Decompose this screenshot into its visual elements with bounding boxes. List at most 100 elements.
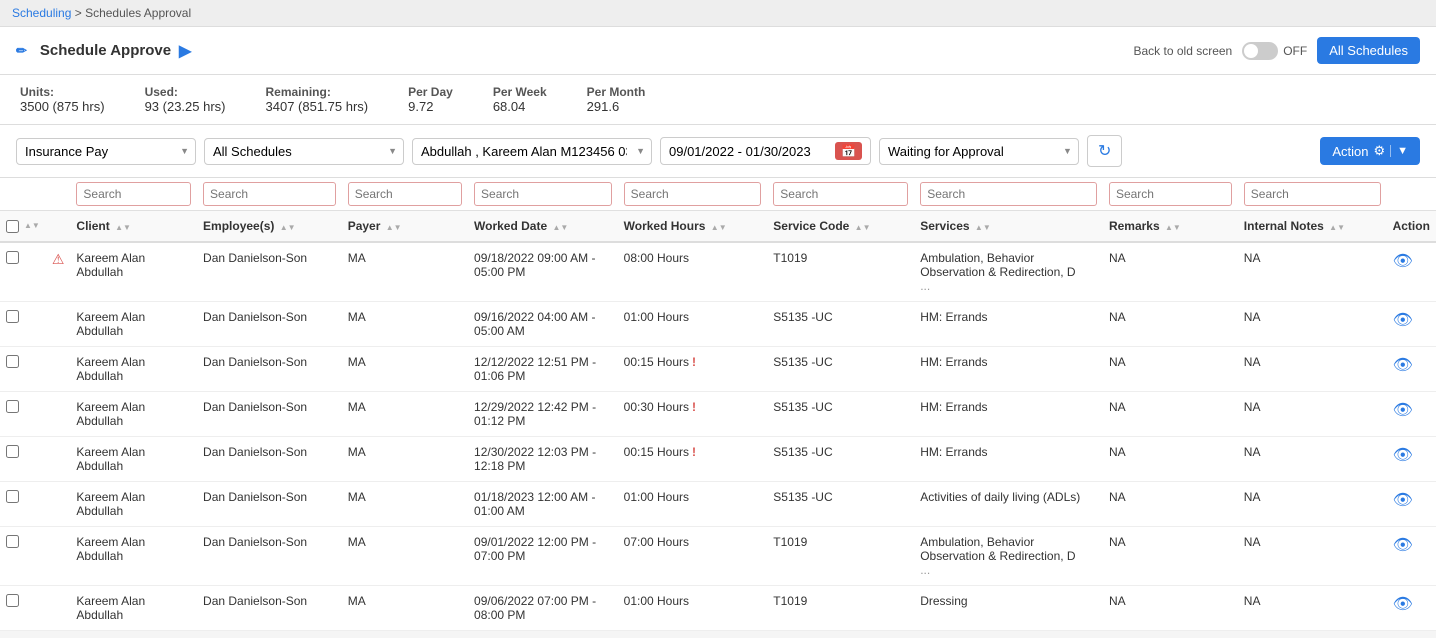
row-checkbox[interactable]: [6, 251, 19, 264]
view-button[interactable]: 👁: [1393, 310, 1413, 330]
th-internal-notes[interactable]: Internal Notes ▲▼: [1238, 211, 1387, 243]
th-client[interactable]: Client ▲▼: [70, 211, 197, 243]
filter-bar: Insurance Pay All Schedules Abdullah , K…: [0, 125, 1436, 178]
sort-remarks-icon[interactable]: ▲▼: [1165, 224, 1181, 232]
row-internal-notes: NA: [1238, 347, 1387, 392]
search-client-input[interactable]: [76, 182, 191, 206]
row-warn-col: [46, 527, 71, 586]
search-client-col[interactable]: [70, 178, 197, 211]
th-service-code[interactable]: Service Code ▲▼: [767, 211, 914, 243]
payer-select[interactable]: Insurance Pay: [16, 138, 196, 165]
client-select-wrap[interactable]: Abdullah , Kareem Alan M123456 03/03/1..…: [412, 138, 652, 165]
toggle-wrap[interactable]: OFF: [1242, 42, 1307, 60]
th-remarks[interactable]: Remarks ▲▼: [1103, 211, 1238, 243]
search-remarks-col[interactable]: [1103, 178, 1238, 211]
sort-service-code-icon[interactable]: ▲▼: [855, 224, 871, 232]
row-checkbox[interactable]: [6, 445, 19, 458]
search-employee-input[interactable]: [203, 182, 336, 206]
row-action[interactable]: 👁: [1387, 347, 1436, 392]
search-payer-col[interactable]: [342, 178, 468, 211]
view-button[interactable]: 👁: [1393, 490, 1413, 510]
row-warn-col: [46, 347, 71, 392]
schedule-type-select[interactable]: All Schedules: [204, 138, 404, 165]
sort-employee-icon[interactable]: ▲▼: [280, 224, 296, 232]
row-remarks: NA: [1103, 437, 1238, 482]
date-range-wrap[interactable]: 📅: [660, 137, 871, 165]
search-worked-hours-input[interactable]: [624, 182, 762, 206]
view-button[interactable]: 👁: [1393, 251, 1413, 271]
row-checkbox[interactable]: [6, 535, 19, 548]
status-select-wrap[interactable]: Waiting for Approval: [879, 138, 1079, 165]
status-select[interactable]: Waiting for Approval: [879, 138, 1079, 165]
row-checkbox-col[interactable]: [0, 302, 46, 347]
row-checkbox[interactable]: [6, 355, 19, 368]
play-icon[interactable]: ▶: [179, 41, 191, 61]
search-service-code-col[interactable]: [767, 178, 914, 211]
row-checkbox[interactable]: [6, 400, 19, 413]
date-range-input[interactable]: [669, 144, 829, 159]
search-internal-notes-input[interactable]: [1244, 182, 1381, 206]
search-payer-input[interactable]: [348, 182, 462, 206]
row-action[interactable]: 👁: [1387, 482, 1436, 527]
search-service-code-input[interactable]: [773, 182, 908, 206]
payer-select-wrap[interactable]: Insurance Pay: [16, 138, 196, 165]
th-employee[interactable]: Employee(s) ▲▼: [197, 211, 342, 243]
search-internal-notes-col[interactable]: [1238, 178, 1387, 211]
row-internal-notes: NA: [1238, 586, 1387, 631]
sort-worked-hours-icon[interactable]: ▲▼: [711, 224, 727, 232]
row-checkbox[interactable]: [6, 310, 19, 323]
row-checkbox-col[interactable]: [0, 347, 46, 392]
row-action[interactable]: 👁: [1387, 302, 1436, 347]
search-worked-hours-col[interactable]: [618, 178, 768, 211]
search-worked-date-input[interactable]: [474, 182, 612, 206]
client-select[interactable]: Abdullah , Kareem Alan M123456 03/03/1..…: [412, 138, 652, 165]
row-checkbox[interactable]: [6, 594, 19, 607]
view-button[interactable]: 👁: [1393, 535, 1413, 555]
row-service-code: S5135 -UC: [767, 302, 914, 347]
view-button[interactable]: 👁: [1393, 355, 1413, 375]
action-dropdown-icon[interactable]: ▼: [1390, 145, 1408, 157]
toggle-switch[interactable]: [1242, 42, 1278, 60]
calendar-button[interactable]: 📅: [835, 142, 862, 160]
th-checkbox[interactable]: ▲▼: [0, 211, 46, 243]
row-checkbox[interactable]: [6, 490, 19, 503]
th-worked-hours[interactable]: Worked Hours ▲▼: [618, 211, 768, 243]
row-checkbox-col[interactable]: [0, 586, 46, 631]
search-services-col[interactable]: [914, 178, 1103, 211]
breadcrumb-parent[interactable]: Scheduling: [12, 6, 71, 20]
select-all-checkbox[interactable]: [6, 220, 19, 233]
search-employee-col[interactable]: [197, 178, 342, 211]
action-button[interactable]: Action ⚙ ▼: [1320, 137, 1420, 165]
th-services[interactable]: Services ▲▼: [914, 211, 1103, 243]
row-checkbox-col[interactable]: [0, 437, 46, 482]
view-button[interactable]: 👁: [1393, 594, 1413, 614]
th-worked-date[interactable]: Worked Date ▲▼: [468, 211, 618, 243]
sort-payer-icon[interactable]: ▲▼: [386, 224, 402, 232]
row-action[interactable]: 👁: [1387, 527, 1436, 586]
sort-checkbox-icon[interactable]: ▲▼: [24, 222, 40, 230]
row-checkbox-col[interactable]: [0, 242, 46, 302]
row-checkbox-col[interactable]: [0, 527, 46, 586]
row-checkbox-col[interactable]: [0, 392, 46, 437]
th-payer[interactable]: Payer ▲▼: [342, 211, 468, 243]
refresh-button[interactable]: ↻: [1087, 135, 1122, 167]
sort-internal-notes-icon[interactable]: ▲▼: [1329, 224, 1345, 232]
sort-worked-date-icon[interactable]: ▲▼: [553, 224, 569, 232]
row-worked-hours: 00:30 Hours!: [618, 392, 768, 437]
view-button[interactable]: 👁: [1393, 445, 1413, 465]
row-service-code: T1019: [767, 586, 914, 631]
row-action[interactable]: 👁: [1387, 437, 1436, 482]
row-employee: Dan Danielson-Son: [197, 482, 342, 527]
search-remarks-input[interactable]: [1109, 182, 1232, 206]
view-button[interactable]: 👁: [1393, 400, 1413, 420]
row-action[interactable]: 👁: [1387, 586, 1436, 631]
schedule-type-select-wrap[interactable]: All Schedules: [204, 138, 404, 165]
row-action[interactable]: 👁: [1387, 392, 1436, 437]
row-action[interactable]: 👁: [1387, 242, 1436, 302]
all-schedules-button[interactable]: All Schedules: [1317, 37, 1420, 64]
search-worked-date-col[interactable]: [468, 178, 618, 211]
search-services-input[interactable]: [920, 182, 1097, 206]
sort-client-icon[interactable]: ▲▼: [115, 224, 131, 232]
sort-services-icon[interactable]: ▲▼: [975, 224, 991, 232]
row-checkbox-col[interactable]: [0, 482, 46, 527]
